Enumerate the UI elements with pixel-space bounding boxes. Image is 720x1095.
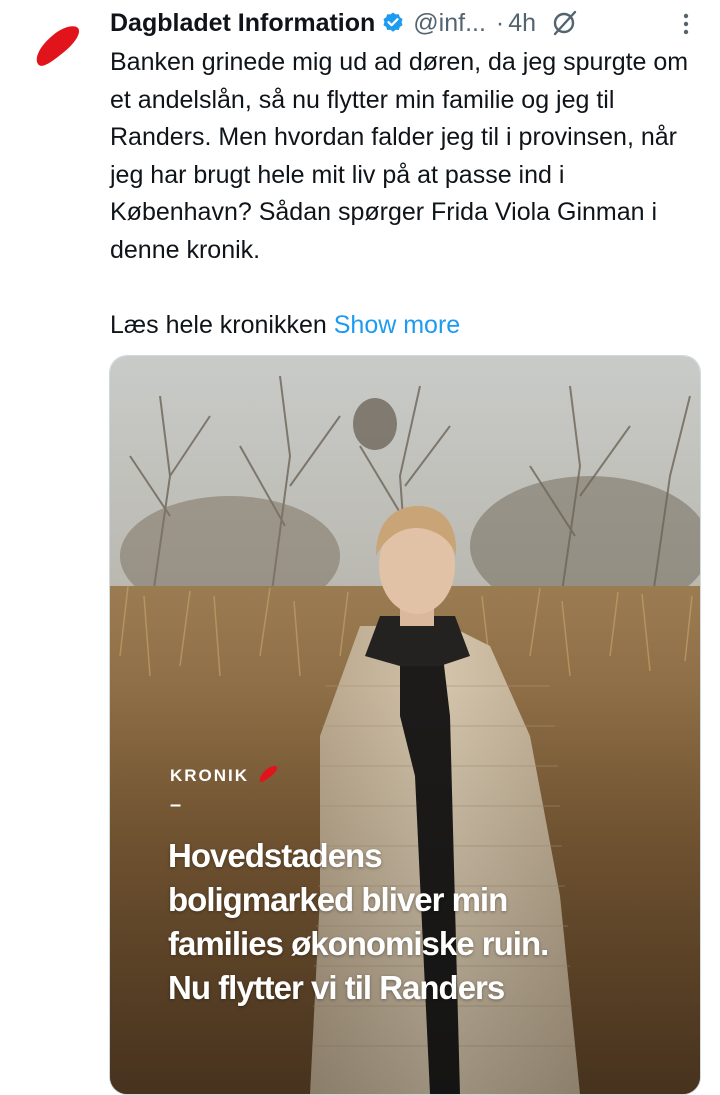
headline-line: boligmarked bliver min (168, 881, 508, 918)
avatar[interactable] (30, 18, 86, 74)
show-more-link[interactable]: Show more (334, 311, 460, 339)
tweet-text: Banken grinede mig ud ad døren, da jeg s… (110, 44, 710, 345)
headline-line: families økonomiske ruin. (168, 925, 549, 962)
tweet-paragraph: Banken grinede mig ud ad døren, da jeg s… (110, 48, 689, 264)
more-options-icon[interactable] (674, 10, 698, 38)
headline: Hovedstadens boligmarked bliver min fami… (168, 834, 668, 1010)
section-label: KRONIK (170, 766, 250, 785)
headline-line: Hovedstadens (168, 837, 383, 874)
tweet[interactable]: Dagbladet Information @inf... · 4h Banke… (0, 0, 720, 1095)
timestamp[interactable]: 4h (508, 9, 536, 38)
read-more-text: Læs hele kronikken (110, 311, 327, 339)
section-dash: – (170, 794, 182, 816)
verified-badge-icon (383, 12, 403, 32)
grok-icon[interactable] (550, 8, 580, 38)
author-handle[interactable]: @inf... (413, 9, 486, 38)
headline-line: Nu flytter vi til Randers (168, 969, 505, 1006)
tweet-header: Dagbladet Information @inf... · 4h (110, 6, 710, 40)
information-logo-mark (259, 765, 278, 783)
media-image[interactable]: KRONIK – Hovedstadens boligmarked bliver… (109, 355, 701, 1095)
author-name[interactable]: Dagbladet Information (110, 9, 375, 38)
tweet-paragraph: Læs hele kronikken Show more (110, 307, 710, 345)
separator-dot: · (495, 8, 505, 37)
